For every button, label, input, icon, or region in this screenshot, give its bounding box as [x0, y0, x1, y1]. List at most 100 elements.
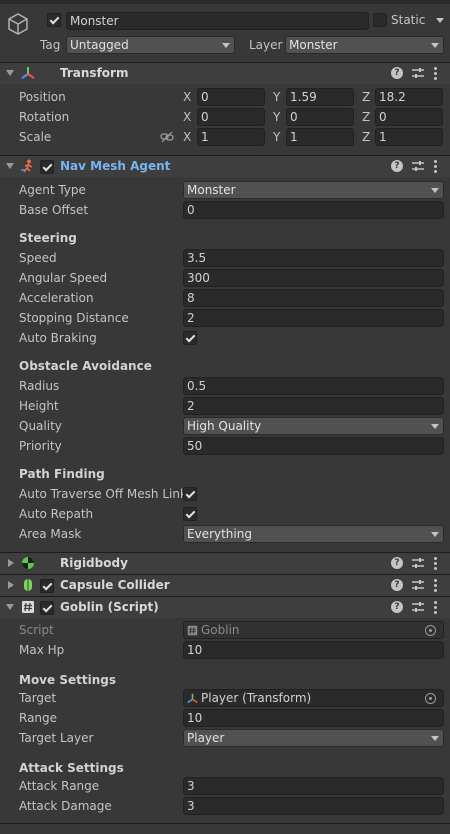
chevron-down-icon — [431, 424, 439, 429]
layer-dropdown[interactable]: Monster — [285, 36, 444, 54]
rotation-x-field[interactable]: 0 — [197, 108, 265, 126]
axis-z-label: Z — [362, 90, 371, 104]
attack-range-field[interactable]: 3 — [183, 777, 444, 795]
agent-type-dropdown[interactable]: Monster — [183, 181, 444, 199]
range-field[interactable]: 10 — [183, 709, 444, 727]
presets-sliders-icon[interactable] — [411, 66, 425, 80]
kebab-menu-icon[interactable] — [432, 159, 438, 175]
priority-label: Priority — [19, 439, 62, 453]
help-icon[interactable]: ? — [391, 601, 403, 613]
speed-field[interactable]: 3.5 — [183, 249, 444, 267]
goblin-script-title: Goblin (Script) — [60, 600, 159, 614]
quality-dropdown[interactable]: High Quality — [183, 417, 444, 435]
chevron-down-icon — [431, 736, 439, 741]
gameobject-name-field[interactable]: Monster — [66, 12, 369, 30]
gameobject-active-checkbox[interactable] — [47, 13, 61, 27]
goblin-script-enabled-checkbox[interactable] — [40, 601, 54, 615]
script-value: Goblin — [201, 623, 240, 637]
acceleration-field[interactable]: 8 — [183, 289, 444, 307]
position-y-field[interactable]: 1.59 — [286, 88, 354, 106]
presets-sliders-icon[interactable] — [411, 556, 425, 570]
tag-dropdown[interactable]: Untagged — [66, 36, 235, 54]
capsule-collider-icon — [24, 579, 32, 591]
scale-x-field[interactable]: 1 — [197, 128, 265, 146]
rigidbody-icon — [22, 557, 34, 569]
presets-sliders-icon[interactable] — [411, 159, 425, 173]
axis-z-label: Z — [362, 110, 371, 124]
position-x-field[interactable]: 0 — [197, 88, 265, 106]
axis-y-label: Y — [273, 130, 281, 144]
transform-axes-icon — [21, 67, 35, 79]
area-mask-dropdown[interactable]: Everything — [183, 525, 444, 543]
attack-settings-section-label: Attack Settings — [19, 761, 124, 775]
axis-z-label: Z — [362, 130, 371, 144]
capsule-collider-enabled-checkbox[interactable] — [40, 579, 54, 593]
transform-title: Transform — [60, 66, 129, 80]
area-mask-label: Area Mask — [19, 527, 82, 541]
tag-value: Untagged — [70, 38, 129, 52]
layer-label: Layer — [249, 38, 283, 52]
axis-y-label: Y — [273, 110, 281, 124]
tag-label: Tag — [40, 38, 61, 52]
kebab-menu-icon[interactable] — [432, 66, 438, 82]
presets-sliders-icon[interactable] — [411, 600, 425, 614]
foldout-arrow-icon[interactable] — [8, 581, 14, 589]
height-field[interactable]: 2 — [183, 397, 444, 415]
max-hp-field[interactable]: 10 — [183, 641, 444, 659]
radius-field[interactable]: 0.5 — [183, 377, 444, 395]
rotation-y-field[interactable]: 0 — [286, 108, 354, 126]
target-layer-dropdown[interactable]: Player — [183, 729, 444, 747]
auto-traverse-checkbox[interactable] — [183, 487, 197, 501]
scale-y-field[interactable]: 1 — [286, 128, 354, 146]
help-icon[interactable]: ? — [391, 67, 403, 79]
acceleration-label: Acceleration — [19, 291, 94, 305]
csharp-script-icon — [22, 601, 34, 613]
scale-z-field[interactable]: 1 — [375, 128, 443, 146]
auto-repath-checkbox[interactable] — [183, 507, 197, 521]
target-label: Target — [19, 691, 57, 705]
angular-speed-field[interactable]: 300 — [183, 269, 444, 287]
foldout-arrow-icon[interactable] — [6, 604, 14, 610]
static-checkbox[interactable] — [373, 13, 387, 27]
auto-braking-checkbox[interactable] — [183, 331, 197, 345]
quality-value: High Quality — [187, 419, 262, 433]
help-icon[interactable]: ? — [391, 160, 403, 172]
chevron-down-icon — [431, 188, 439, 193]
help-icon[interactable]: ? — [391, 557, 403, 569]
agent-type-value: Monster — [187, 183, 236, 197]
attack-damage-field[interactable]: 3 — [183, 797, 444, 815]
goblin-script-header[interactable]: Goblin (Script) ? — [0, 596, 450, 618]
kebab-menu-icon[interactable] — [432, 600, 438, 616]
transform-row-label: Scale — [19, 130, 52, 144]
presets-sliders-icon[interactable] — [411, 578, 425, 592]
object-picker-icon — [425, 625, 436, 636]
position-z-field[interactable]: 18.2 — [375, 88, 443, 106]
navmesh-agent-icon — [21, 159, 33, 173]
transform-header[interactable]: Transform ? — [0, 62, 450, 84]
gameobject-cube-icon — [8, 13, 28, 35]
constrain-proportions-link-icon[interactable] — [160, 131, 174, 143]
kebab-menu-icon[interactable] — [432, 556, 438, 572]
foldout-arrow-icon[interactable] — [6, 163, 14, 169]
navmesh-agent-enabled-checkbox[interactable] — [40, 160, 54, 174]
obstacle-avoidance-section-label: Obstacle Avoidance — [19, 359, 152, 373]
stopping-distance-field[interactable]: 2 — [183, 309, 444, 327]
static-dropdown-arrow[interactable] — [436, 18, 444, 23]
help-icon[interactable]: ? — [391, 579, 403, 591]
path-finding-section-label: Path Finding — [19, 467, 105, 481]
priority-field[interactable]: 50 — [183, 437, 444, 455]
rotation-z-field[interactable]: 0 — [375, 108, 443, 126]
area-mask-value: Everything — [187, 527, 252, 541]
kebab-menu-icon[interactable] — [432, 578, 438, 594]
rigidbody-header[interactable]: Rigidbody ? — [0, 552, 450, 574]
foldout-arrow-icon[interactable] — [6, 70, 14, 76]
script-label: Script — [19, 623, 54, 637]
rigidbody-title: Rigidbody — [60, 556, 128, 570]
object-picker-icon[interactable] — [425, 693, 436, 704]
height-label: Height — [19, 399, 59, 413]
capsule-collider-header[interactable]: Capsule Collider ? — [0, 574, 450, 596]
target-object-field[interactable]: Player (Transform) — [183, 689, 444, 707]
navmesh-agent-header[interactable]: Nav Mesh Agent ? — [0, 155, 450, 177]
base-offset-field[interactable]: 0 — [183, 201, 444, 219]
foldout-arrow-icon[interactable] — [8, 559, 14, 567]
